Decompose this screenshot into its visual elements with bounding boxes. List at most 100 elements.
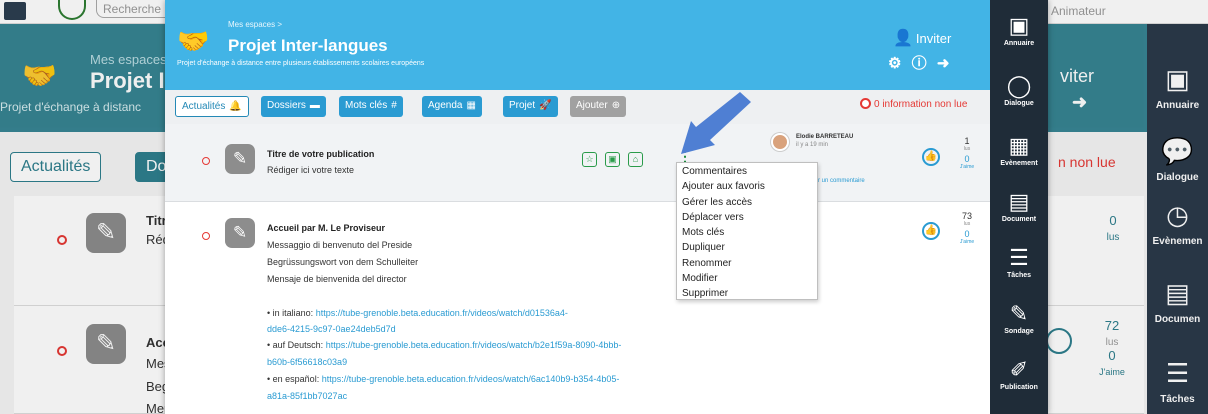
- info-icon[interactable]: ⓘ: [912, 55, 927, 72]
- add-button[interactable]: Ajouter ⊕: [570, 96, 627, 117]
- video-link[interactable]: https://tube-grenoble.beta.education.fr/…: [322, 374, 620, 384]
- page-subtitle: Projet d'échange à distance entre plusie…: [177, 60, 425, 67]
- rail-item-sondage[interactable]: ✎ Sondage: [990, 301, 1048, 336]
- rail-item-document[interactable]: ▤ Document: [990, 189, 1048, 224]
- link-line: dde6-4215-9c97-0ae24deb5d7d: [267, 324, 396, 334]
- publication-actions: ☆ ▣ ⌂: [582, 149, 651, 167]
- user-card-icon[interactable]: ▣: [605, 152, 620, 167]
- rail-item-annuaire[interactable]: ▣ Annuaire: [990, 13, 1048, 48]
- link-line: • auf Deutsch: https://tube-grenoble.bet…: [267, 340, 621, 350]
- tab-dossiers[interactable]: Dossiers ▬: [261, 96, 326, 117]
- aime-count: 0: [964, 154, 970, 164]
- menu-item-mots-cles[interactable]: Mots clés: [677, 225, 817, 240]
- add-label: Ajouter: [576, 100, 608, 111]
- publication-line: Mensaje de bienvenida del director: [267, 274, 407, 284]
- aime-unit: J'aime: [959, 164, 975, 170]
- like-icon[interactable]: 👍: [922, 148, 940, 166]
- menu-item-deplacer[interactable]: Déplacer vers: [677, 210, 817, 225]
- link-line: • en español: https://tube-grenoble.beta…: [267, 374, 619, 384]
- invite-label: Inviter: [915, 31, 952, 46]
- tasks-icon: ☰: [1009, 245, 1029, 270]
- rocket-icon: 🚀: [539, 100, 552, 111]
- aime-count: 0: [964, 229, 970, 239]
- video-link[interactable]: https://tube-grenoble.beta.education.fr/…: [316, 308, 568, 318]
- tab-actualites[interactable]: Actualités 🔔: [175, 96, 249, 117]
- unread-info-label: 0 information non lue: [874, 99, 968, 110]
- menu-item-renommer[interactable]: Renommer: [677, 256, 817, 271]
- tab-projet[interactable]: Projet 🚀: [503, 96, 558, 117]
- lus-count: 1: [964, 136, 970, 146]
- plus-circle-icon: ⊕: [611, 100, 621, 111]
- kebab-menu-icon[interactable]: ⋮: [678, 149, 692, 163]
- tab-label: Projet: [509, 100, 536, 111]
- stats: 73 lus 0 J'aime: [952, 211, 982, 245]
- rail-item-publication[interactable]: ✐ Publication: [990, 357, 1048, 392]
- publication-card: ✎ Accueil par M. Le Proviseur Messaggio …: [165, 202, 990, 414]
- menu-item-commentaires[interactable]: Commentaires: [677, 164, 817, 179]
- tab-label: Actualités: [182, 101, 226, 112]
- tab-mots-cles[interactable]: Mots clés #: [339, 96, 403, 117]
- menu-item-dupliquer[interactable]: Dupliquer: [677, 240, 817, 255]
- lus-unit: lus: [963, 146, 971, 152]
- menu-item-ajouter-favoris[interactable]: Ajouter aux favoris: [677, 179, 817, 194]
- rail-label: Evènement: [1000, 160, 1038, 167]
- folder-icon: ▬: [309, 100, 320, 111]
- menu-item-gerer-acces[interactable]: Gérer les accès: [677, 195, 817, 210]
- calendar-icon: ▦: [466, 100, 476, 111]
- contacts-icon: ▣: [1008, 13, 1030, 38]
- page-title: Projet Inter-langues: [228, 36, 388, 55]
- menu-item-modifier[interactable]: Modifier: [677, 271, 817, 286]
- add-comment-link[interactable]: ter un commentaire: [813, 178, 865, 184]
- tab-label: Mots clés: [345, 100, 388, 111]
- rail-item-evenement[interactable]: ▦ Evènement: [990, 134, 1048, 168]
- publication-title[interactable]: Titre de votre publication: [267, 149, 374, 159]
- pencil-icon: ✎: [225, 144, 255, 174]
- breadcrumb[interactable]: Mes espaces >: [228, 20, 282, 29]
- rail-label: Document: [1001, 216, 1037, 223]
- tools-rail: ▣ Annuaire ◯ Dialogue ▦ Evènement ▤ Document…: [990, 0, 1048, 414]
- tab-agenda[interactable]: Agenda ▦: [422, 96, 482, 117]
- lus-count: 73: [961, 211, 972, 221]
- tab-label: Agenda: [428, 100, 463, 111]
- invite-button[interactable]: 👤 Inviter: [893, 28, 951, 48]
- unread-dot: [202, 232, 210, 240]
- stats: 1 lus 0 J'aime: [952, 136, 982, 170]
- lock-icon[interactable]: ⌂: [628, 152, 643, 167]
- publication-title[interactable]: Accueil par M. Le Proviseur: [267, 223, 385, 233]
- context-menu: Commentaires Ajouter aux favoris Gérer l…: [676, 162, 818, 300]
- link-line: • in italiano: https://tube-grenoble.bet…: [267, 308, 568, 318]
- star-icon[interactable]: ☆: [582, 152, 597, 167]
- pencil-icon: ✎: [225, 218, 255, 248]
- publication-icon: ✐: [1009, 357, 1029, 382]
- chat-icon: ◯: [1006, 73, 1032, 98]
- video-link[interactable]: dde6-4215-9c97-0ae24deb5d7d: [267, 324, 396, 334]
- link-line: a81a-85f1bb7027ac: [267, 391, 347, 401]
- rail-item-taches[interactable]: ☰ Tâches: [990, 245, 1048, 280]
- poll-icon: ✎: [1009, 301, 1029, 326]
- video-link[interactable]: b60b-6f56618c03a9: [267, 357, 347, 367]
- menu-item-supprimer[interactable]: Supprimer: [677, 286, 817, 301]
- logout-icon[interactable]: ➜: [937, 55, 950, 72]
- document-icon: ▤: [1008, 189, 1030, 214]
- add-user-icon: 👤: [893, 30, 913, 47]
- rail-item-dialogue[interactable]: ◯ Dialogue: [990, 73, 1048, 108]
- author-name: Elodie BARRETEAU: [796, 134, 854, 140]
- unread-info[interactable]: 0 information non lue: [860, 98, 967, 110]
- handshake-icon: 🤝: [177, 26, 210, 56]
- video-link[interactable]: https://tube-grenoble.beta.education.fr/…: [326, 340, 622, 350]
- link-prefix: • in italiano:: [267, 308, 316, 318]
- unread-dot: [202, 157, 210, 165]
- hashtag-icon: #: [391, 100, 397, 111]
- publication-card: ✎ Titre de votre publication Rédiger ici…: [165, 124, 990, 202]
- timestamp: il y a 19 min: [796, 142, 829, 148]
- like-icon[interactable]: 👍: [922, 222, 940, 240]
- bell-icon: 🔔: [229, 101, 242, 112]
- video-link[interactable]: a81a-85f1bb7027ac: [267, 391, 347, 401]
- alert-dot-icon: [860, 98, 871, 109]
- gear-icon[interactable]: ⚙: [888, 55, 901, 72]
- rail-label: Sondage: [1004, 328, 1034, 335]
- lus-unit: lus: [963, 221, 971, 227]
- rail-label: Annuaire: [1003, 40, 1035, 47]
- link-line: b60b-6f56618c03a9: [267, 357, 347, 367]
- link-prefix: • en español:: [267, 374, 322, 384]
